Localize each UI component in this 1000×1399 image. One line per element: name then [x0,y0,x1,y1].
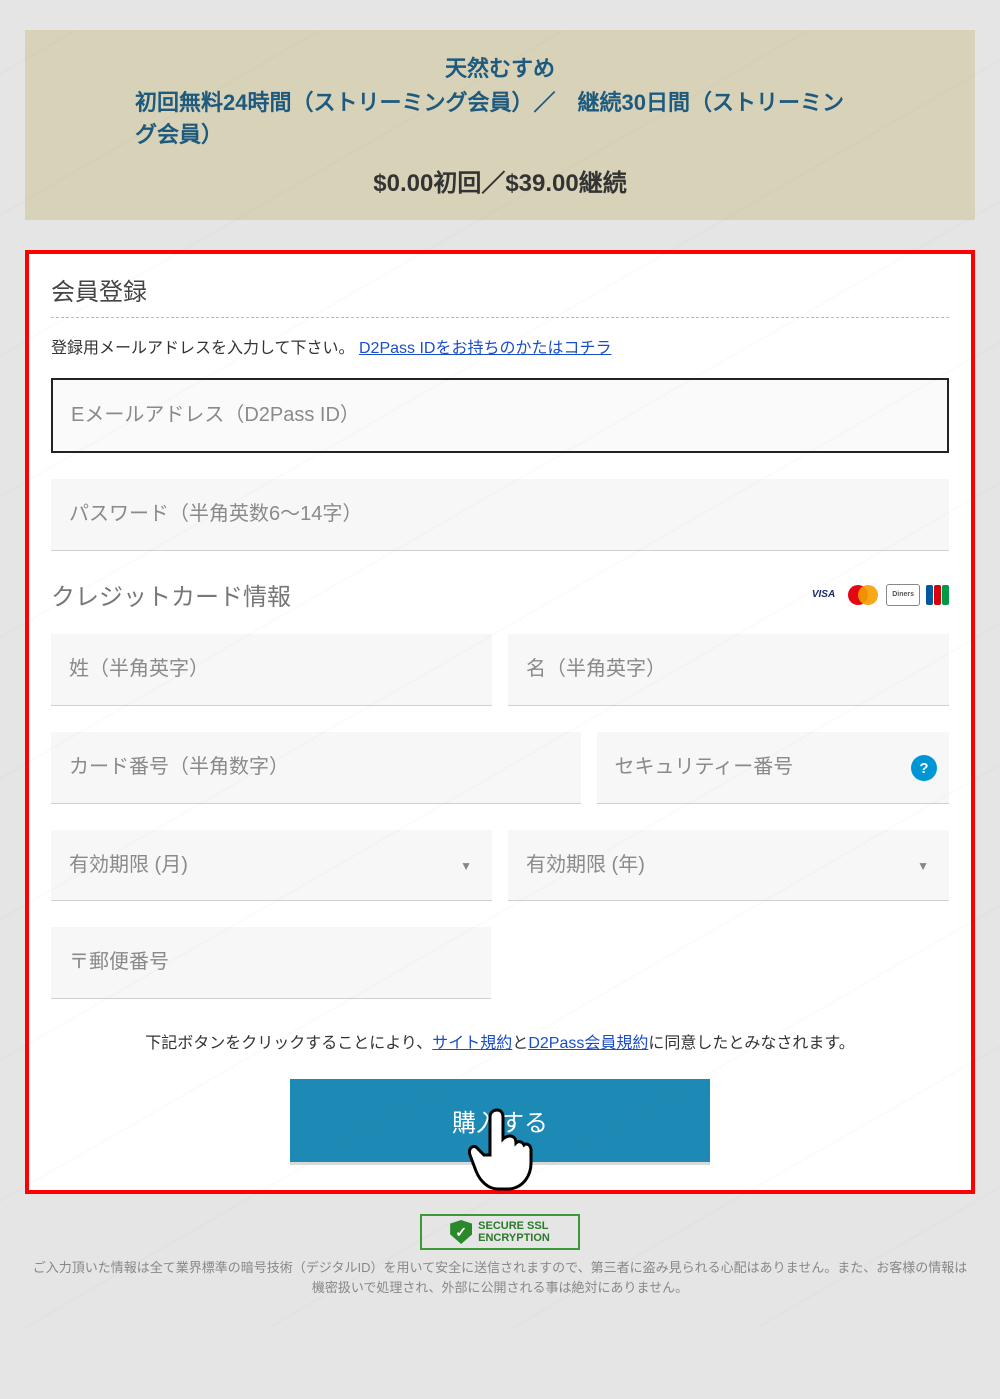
security-help-icon[interactable]: ? [911,755,937,781]
shield-icon: ✓ [450,1220,472,1244]
email-input[interactable] [51,378,949,453]
cardnumber-input[interactable] [51,732,581,804]
jcb-icon [926,585,949,605]
d2pass-terms-link[interactable]: D2Pass会員規約 [528,1035,648,1052]
password-input[interactable] [51,479,949,551]
site-terms-link[interactable]: サイト規約 [432,1035,512,1052]
plan-price: $0.00初回／$39.00継続 [125,163,875,198]
exp-year-wrap: 有効期限 (年) [508,830,949,901]
postal-input[interactable] [51,927,491,999]
ssl-text: SECURE SSL ENCRYPTION [478,1220,550,1244]
exp-month-select[interactable]: 有効期限 (月) [51,830,492,901]
exp-year-select[interactable]: 有効期限 (年) [508,830,949,901]
footer-disclaimer: ご入力頂いた情報は全て業界標準の暗号技術（デジタルID）を用いて安全に送信されま… [0,1258,1000,1327]
consent-middle: と [512,1035,528,1052]
consent-suffix: に同意したとみなされます。 [648,1035,854,1052]
firstname-input[interactable] [508,634,949,706]
registration-form: 会員登録 登録用メールアドレスを入力して下さい。 D2Pass IDをお持ちのか… [25,250,975,1194]
section-title-register: 会員登録 [51,272,949,318]
card-brand-icons: VISA Diners [807,584,949,606]
mastercard-icon [846,584,880,606]
plan-title: 天然むすめ [125,52,875,85]
cc-title-text: クレジットカード情報 [51,577,291,612]
security-code-input[interactable] [597,732,950,804]
visa-icon: VISA [807,584,840,606]
consent-prefix: 下記ボタンをクリックすることにより、 [145,1035,432,1052]
diners-icon: Diners [886,584,920,606]
lastname-input[interactable] [51,634,492,706]
credit-card-section-title: クレジットカード情報 VISA Diners [51,577,949,612]
consent-text: 下記ボタンをクリックすることにより、サイト規約とD2Pass会員規約に同意したと… [51,1029,949,1053]
purchase-button[interactable]: 購入する [290,1079,710,1162]
security-code-wrap: ? [597,732,950,804]
exp-month-wrap: 有効期限 (月) [51,830,492,901]
plan-subtitle: 初回無料24時間（ストリーミング会員）／ 継続30日間（ストリーミング会員） [125,85,875,149]
ssl-badge: ✓ SECURE SSL ENCRYPTION [420,1214,580,1250]
email-instruction: 登録用メールアドレスを入力して下さい。 D2Pass IDをお持ちのかたはコチラ [51,334,949,358]
plan-header: 天然むすめ 初回無料24時間（ストリーミング会員）／ 継続30日間（ストリーミン… [25,30,975,220]
instruction-text: 登録用メールアドレスを入力して下さい。 [51,340,355,357]
d2pass-login-link[interactable]: D2Pass IDをお持ちのかたはコチラ [359,340,611,357]
